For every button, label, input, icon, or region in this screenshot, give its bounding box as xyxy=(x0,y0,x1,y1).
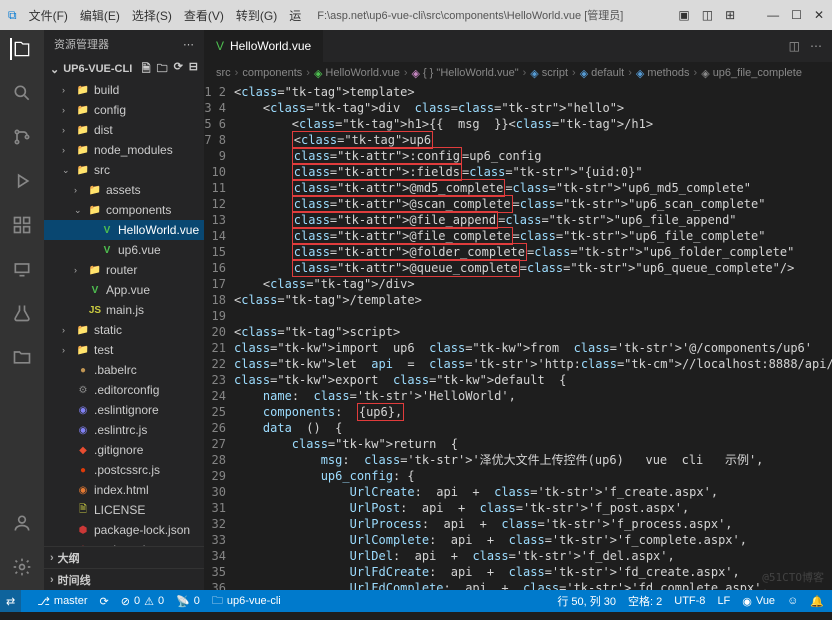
code-content[interactable]: <class="tk-tag">template> <class="tk-tag… xyxy=(234,84,832,590)
tree-item-dist[interactable]: ›📁dist xyxy=(44,120,204,140)
explorer-icon[interactable] xyxy=(10,38,32,60)
eol[interactable]: LF xyxy=(717,595,730,607)
activity-bar xyxy=(0,30,44,590)
account-icon[interactable] xyxy=(11,512,33,534)
gear-icon[interactable] xyxy=(11,556,33,578)
tree-item-build[interactable]: ›📁build xyxy=(44,80,204,100)
status-bar: ⇄ ⎇ master ⟳ ⊘ 0 ⚠ 0 📡 0 🗀 up6-vue-cli 行… xyxy=(0,590,832,612)
tree-item-App-vue[interactable]: VApp.vue xyxy=(44,280,204,300)
watermark: @51CTO博客 xyxy=(762,570,824,586)
vue-icon: V xyxy=(216,39,224,53)
extensions-icon[interactable] xyxy=(11,214,33,236)
titlebar: ⧉ 文件(F) 编辑(E) 选择(S) 查看(V) 转到(G) 运 F:\asp… xyxy=(0,0,832,30)
minimize-button[interactable]: — xyxy=(767,8,779,22)
breadcrumb-seg[interactable]: src xyxy=(216,67,231,79)
menu-edit[interactable]: 编辑(E) xyxy=(80,7,120,24)
tree-item-assets[interactable]: ›📁assets xyxy=(44,180,204,200)
breadcrumb-seg[interactable]: ◈HelloWorld.vue xyxy=(314,67,400,80)
tree-item--eslintignore[interactable]: ◉.eslintignore xyxy=(44,400,204,420)
tree-item-src[interactable]: ⌄📁src xyxy=(44,160,204,180)
tree-item-test[interactable]: ›📁test xyxy=(44,340,204,360)
project-section[interactable]: ⌄ UP6-VUE-CLI 🗎 🗀 ⟳ ⊟ xyxy=(44,58,204,80)
remote-indicator[interactable]: ⇄ xyxy=(0,590,21,612)
breadcrumb-seg[interactable]: ◈methods xyxy=(636,67,690,80)
tree-item-up6-vue[interactable]: Vup6.vue xyxy=(44,240,204,260)
port[interactable]: 📡 0 xyxy=(176,595,200,608)
breadcrumb-seg[interactable]: ◈up6_file_complete xyxy=(701,67,802,80)
menu-file[interactable]: 文件(F) xyxy=(29,7,68,24)
layout-icon[interactable]: ▣ xyxy=(678,8,689,22)
tree-item-router[interactable]: ›📁router xyxy=(44,260,204,280)
sidebar-header: 资源管理器 ⋯ xyxy=(44,30,204,58)
layout-icon-3[interactable]: ⊞ xyxy=(725,8,735,22)
line-gutter: 1 2 3 4 5 6 7 8 9 10 11 12 13 14 15 16 1… xyxy=(204,84,234,590)
tree-item-index-html[interactable]: ◉index.html xyxy=(44,480,204,500)
split-editor-icon[interactable]: ◫ xyxy=(789,39,800,53)
menu-view[interactable]: 查看(V) xyxy=(184,7,224,24)
test-icon[interactable] xyxy=(11,302,33,324)
indentation[interactable]: 空格: 2 xyxy=(628,593,662,609)
tree-item--gitignore[interactable]: ◆.gitignore xyxy=(44,440,204,460)
window-title-path: F:\asp.net\up6-vue-cli\src\components\He… xyxy=(317,7,623,23)
tree-item--eslintrc-js[interactable]: ◉.eslintrc.js xyxy=(44,420,204,440)
breadcrumb-seg[interactable]: ◈default xyxy=(580,67,625,80)
tree-item-node_modules[interactable]: ›📁node_modules xyxy=(44,140,204,160)
breadcrumb-seg[interactable]: ◈{ } "HelloWorld.vue" xyxy=(411,67,518,80)
tree-item-components[interactable]: ⌄📁components xyxy=(44,200,204,220)
tab-helloworld[interactable]: V HelloWorld.vue xyxy=(204,30,324,62)
layout-icon-2[interactable]: ◫ xyxy=(702,8,713,22)
sidebar-title: 资源管理器 xyxy=(54,36,109,52)
tree-item-main-js[interactable]: JSmain.js xyxy=(44,300,204,320)
menu-run[interactable]: 运 xyxy=(289,7,301,24)
sidebar-more-icon[interactable]: ⋯ xyxy=(183,38,194,51)
tree-item--editorconfig[interactable]: ⚙.editorconfig xyxy=(44,380,204,400)
tree-item-HelloWorld-vue[interactable]: VHelloWorld.vue xyxy=(44,220,204,240)
encoding[interactable]: UTF-8 xyxy=(674,595,705,607)
collapse-icon[interactable]: ⊟ xyxy=(189,60,198,79)
editor-area: V HelloWorld.vue ◫ ⋯ src›components›◈Hel… xyxy=(204,30,832,590)
file-tree[interactable]: ›📁build›📁config›📁dist›📁node_modules⌄📁src… xyxy=(44,80,204,546)
new-file-icon[interactable]: 🗎 xyxy=(142,60,151,79)
menu-goto[interactable]: 转到(G) xyxy=(236,7,277,24)
timeline-section[interactable]: ›时间线 xyxy=(44,568,204,590)
source-control-icon[interactable] xyxy=(11,126,33,148)
breadcrumb-seg[interactable]: components xyxy=(242,67,302,79)
menu-select[interactable]: 选择(S) xyxy=(132,7,172,24)
tree-item-config[interactable]: ›📁config xyxy=(44,100,204,120)
tree-item--babelrc[interactable]: ●.babelrc xyxy=(44,360,204,380)
breadcrumb[interactable]: src›components›◈HelloWorld.vue›◈{ } "Hel… xyxy=(204,62,832,84)
tree-item-static[interactable]: ›📁static xyxy=(44,320,204,340)
code-editor[interactable]: 1 2 3 4 5 6 7 8 9 10 11 12 13 14 15 16 1… xyxy=(204,84,832,590)
breadcrumb-seg[interactable]: ◈script xyxy=(530,67,568,80)
new-folder-icon[interactable]: 🗀 xyxy=(157,60,168,79)
debug-icon[interactable] xyxy=(11,170,33,192)
folder-icon[interactable] xyxy=(11,346,33,368)
language-mode[interactable]: ◉ Vue xyxy=(742,595,775,608)
sync-button[interactable]: ⟳ xyxy=(100,595,109,608)
cursor-position[interactable]: 行 50, 列 30 xyxy=(557,593,616,609)
problems[interactable]: ⊘ 0 ⚠ 0 xyxy=(121,595,164,608)
close-button[interactable]: ✕ xyxy=(814,8,824,22)
tree-item--postcssrc-js[interactable]: ●.postcssrc.js xyxy=(44,460,204,480)
bell-icon[interactable]: 🔔 xyxy=(810,595,824,608)
maximize-button[interactable]: ☐ xyxy=(791,8,802,22)
tree-item-LICENSE[interactable]: 🗎LICENSE xyxy=(44,500,204,520)
tree-item-package-lock-json[interactable]: ⬢package-lock.json xyxy=(44,520,204,540)
feedback-icon[interactable]: ☺ xyxy=(787,595,798,607)
more-icon[interactable]: ⋯ xyxy=(810,39,822,53)
remote-icon[interactable] xyxy=(11,258,33,280)
vscode-logo: ⧉ xyxy=(8,8,17,23)
outline-section[interactable]: ›大纲 xyxy=(44,546,204,568)
project-name[interactable]: 🗀 up6-vue-cli xyxy=(212,592,281,611)
tab-bar: V HelloWorld.vue ◫ ⋯ xyxy=(204,30,832,62)
search-icon[interactable] xyxy=(11,82,33,104)
git-branch[interactable]: ⎇ master xyxy=(37,595,87,608)
sidebar: 资源管理器 ⋯ ⌄ UP6-VUE-CLI 🗎 🗀 ⟳ ⊟ ›📁build›📁c… xyxy=(44,30,204,590)
refresh-icon[interactable]: ⟳ xyxy=(174,60,183,79)
